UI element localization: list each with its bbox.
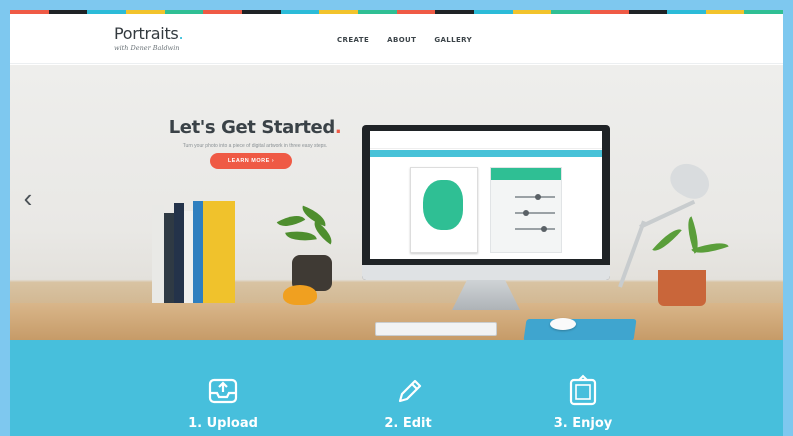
site-header: Portraits. with Dener Baldwin CREATE ABO… <box>10 14 783 64</box>
page-frame: Portraits. with Dener Baldwin CREATE ABO… <box>10 10 783 436</box>
logo-tagline: with Dener Baldwin <box>114 44 180 52</box>
main-nav: CREATE ABOUT GALLERY <box>337 36 472 44</box>
silhouette-image <box>423 180 463 230</box>
app-preview-screen <box>370 131 602 259</box>
nav-gallery[interactable]: GALLERY <box>434 36 472 44</box>
next-slide-arrow-icon[interactable]: › <box>778 183 783 213</box>
step-edit[interactable]: 2. Edit <box>353 340 463 436</box>
step-enjoy-label: 3. Enjoy <box>553 416 613 431</box>
nav-about[interactable]: ABOUT <box>387 36 416 44</box>
pencil-icon <box>398 379 422 403</box>
monitor-stand <box>452 280 520 310</box>
step-edit-label: 2. Edit <box>384 416 432 431</box>
hero-subtitle: Turn your photo into a piece of digital … <box>182 143 328 149</box>
step-upload[interactable]: 1. Upload <box>168 340 278 436</box>
prev-slide-arrow-icon[interactable]: ‹ <box>18 183 38 213</box>
hero-title: Let's Get Started. <box>168 117 342 138</box>
keyboard-image <box>375 322 497 336</box>
monitor-image <box>362 125 610 280</box>
upload-icon <box>208 378 238 404</box>
step-enjoy[interactable]: 3. Enjoy <box>528 340 638 436</box>
learn-more-button[interactable]: LEARN MORE › <box>210 153 292 169</box>
mouse-image <box>550 318 576 330</box>
mousepad-image <box>523 319 637 340</box>
frame-icon <box>569 374 597 406</box>
step-upload-label: 1. Upload <box>188 416 258 431</box>
logo-title: Portraits. <box>114 24 184 43</box>
nav-create[interactable]: CREATE <box>337 36 369 44</box>
steps-band: 1. Upload 2. Edit 3. Enjoy <box>10 340 783 436</box>
hero-slider: Let's Get Started. Turn your photo into … <box>10 65 783 340</box>
logo[interactable]: Portraits. with Dener Baldwin <box>114 24 184 53</box>
